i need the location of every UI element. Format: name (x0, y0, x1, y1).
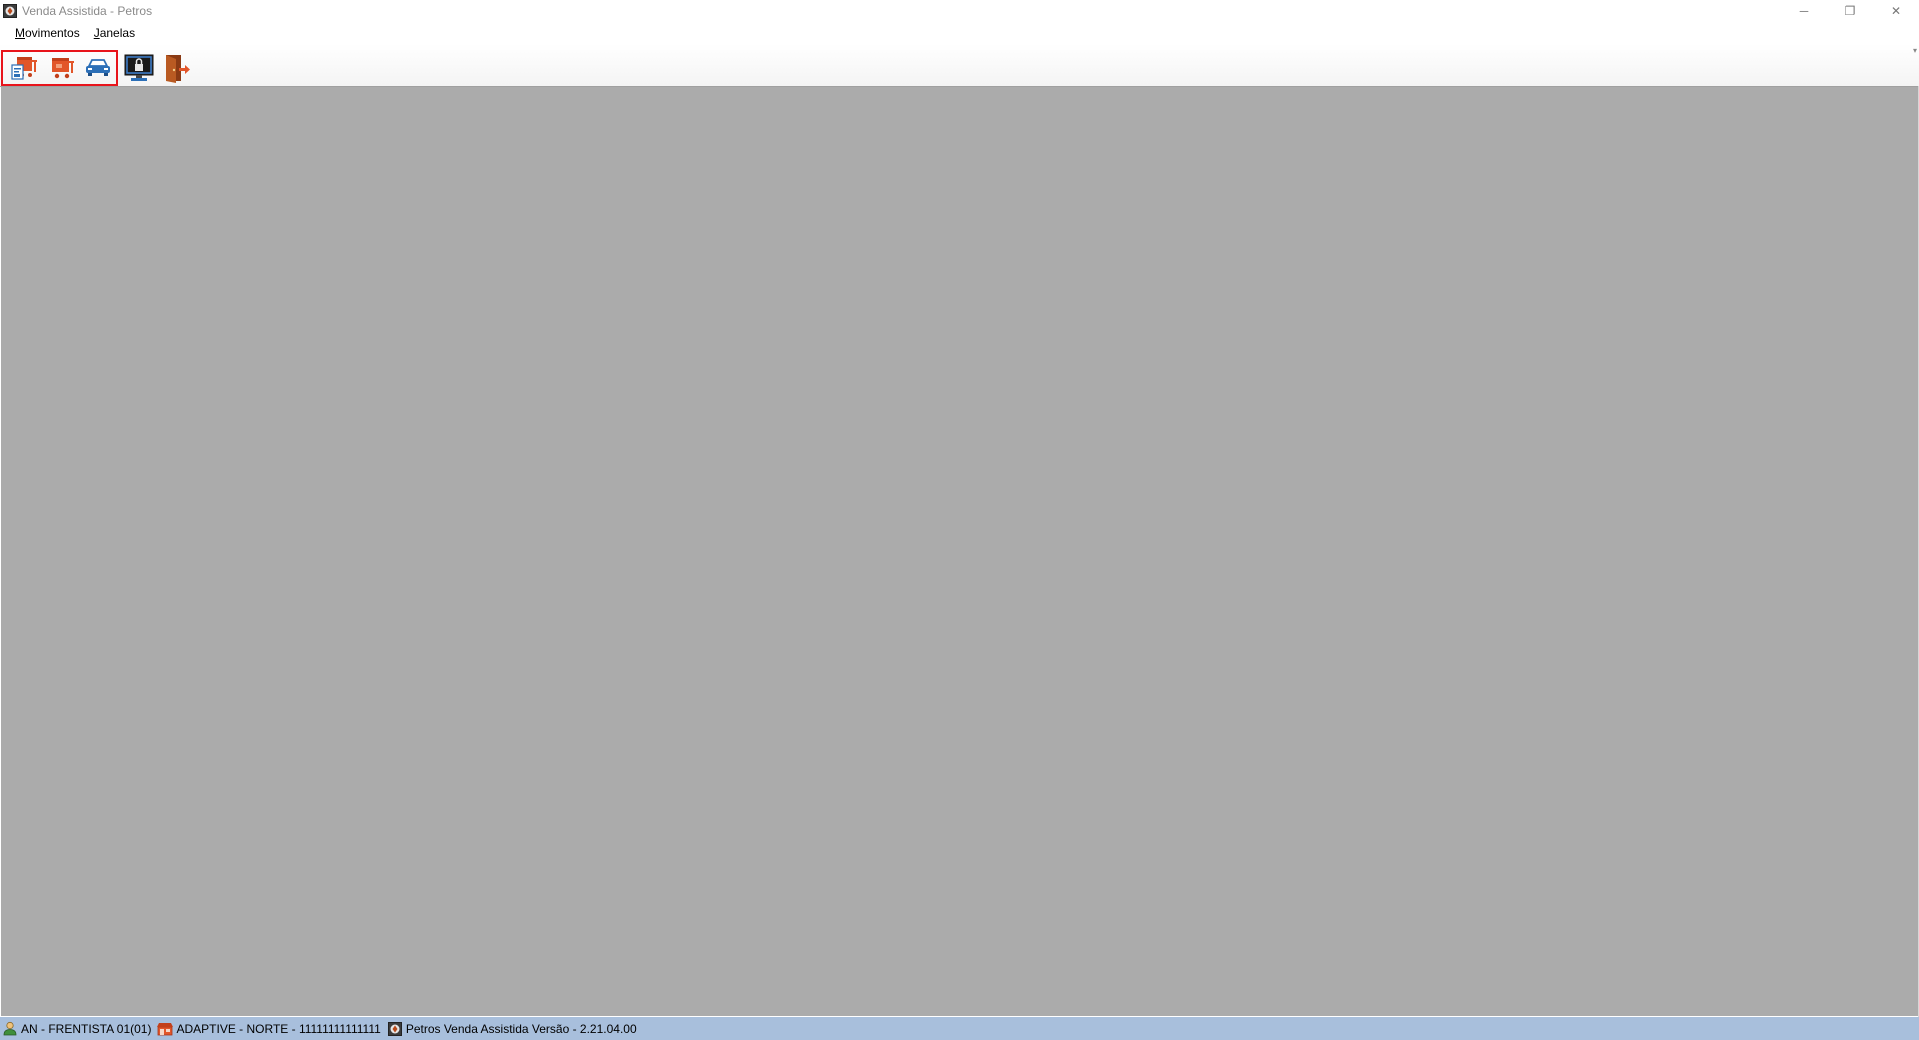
title-bar[interactable]: Venda Assistida - Petros ─ ❐ ✕ (0, 0, 1919, 22)
status-company-panel: ADAPTIVE - NORTE - 11111111111111 (155, 1017, 384, 1040)
exit-button[interactable] (160, 52, 194, 86)
app-logo-icon (387, 1021, 403, 1037)
mdi-workspace (1, 87, 1918, 1016)
menu-movimentos[interactable]: Movimentos (8, 22, 87, 44)
window-controls: ─ ❐ ✕ (1781, 0, 1919, 22)
restore-button[interactable]: ❐ (1827, 0, 1873, 22)
status-company-text: ADAPTIVE - NORTE - 11111111111111 (176, 1021, 381, 1036)
status-bar: AN - FRENTISTA 01(01) ADAPTIVE - NORTE -… (0, 1017, 1919, 1040)
status-user-panel: AN - FRENTISTA 01(01) (0, 1017, 155, 1040)
store-cart-icon (47, 54, 77, 85)
menu-bar: Movimentos Janelas (0, 22, 1919, 44)
user-icon (2, 1021, 18, 1037)
car-icon (83, 54, 113, 85)
lock-screen-button[interactable] (122, 52, 156, 86)
toolbar: ▾ (0, 44, 1919, 87)
car-button[interactable] (81, 52, 115, 86)
new-sale-icon (10, 54, 40, 85)
window-title: Venda Assistida - Petros (22, 4, 153, 18)
status-version-text: Petros Venda Assistida Versão - 2.21.04.… (405, 1021, 637, 1036)
minimize-button[interactable]: ─ (1781, 0, 1827, 22)
close-icon: ✕ (1890, 4, 1902, 18)
store-icon (157, 1021, 174, 1037)
lock-screen-icon (123, 53, 155, 86)
main-window: Venda Assistida - Petros ─ ❐ ✕ Movimento… (0, 0, 1919, 1040)
store-cart-button[interactable] (45, 52, 79, 86)
minimize-icon: ─ (1799, 4, 1809, 18)
close-button[interactable]: ✕ (1873, 0, 1919, 22)
toolbar-overflow-icon[interactable]: ▾ (1913, 46, 1917, 55)
status-user-text: AN - FRENTISTA 01(01) (21, 1021, 152, 1036)
exit-door-icon (162, 53, 192, 86)
status-version-panel: Petros Venda Assistida Versão - 2.21.04.… (385, 1017, 641, 1040)
menu-janelas[interactable]: Janelas (87, 22, 142, 44)
restore-icon: ❐ (1844, 4, 1856, 18)
new-sale-button[interactable] (8, 52, 42, 86)
app-icon[interactable] (2, 3, 18, 19)
